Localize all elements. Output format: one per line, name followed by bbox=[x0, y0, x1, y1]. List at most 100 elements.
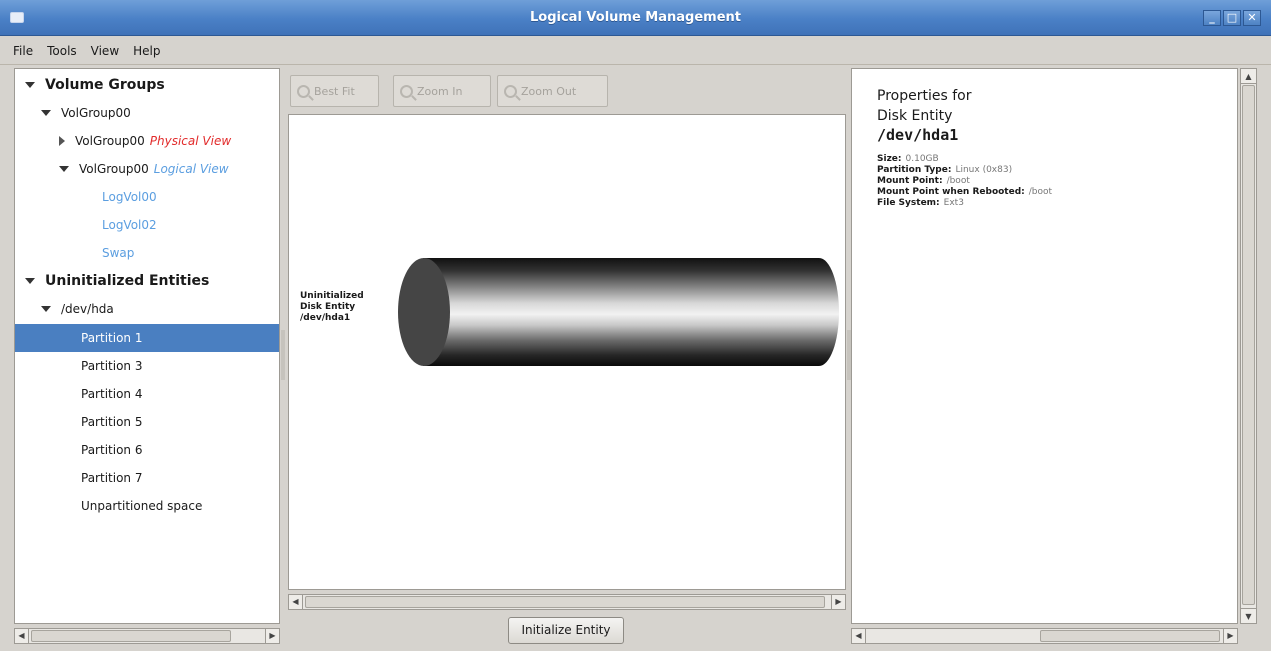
property-key: Mount Point: bbox=[877, 176, 943, 186]
window-title: Logical Volume Management bbox=[529, 10, 741, 25]
zoom-out-label: Zoom Out bbox=[521, 84, 577, 98]
maximize-button[interactable]: □ bbox=[1223, 10, 1241, 26]
zoom-in-button[interactable]: Zoom In bbox=[393, 75, 491, 107]
tree-label: Uninitialized Entities bbox=[45, 273, 210, 289]
best-fit-label: Best Fit bbox=[314, 84, 355, 98]
menu-help[interactable]: Help bbox=[126, 44, 167, 58]
tree-partition-item[interactable]: Partition 1 bbox=[15, 324, 279, 352]
tree-logvol02[interactable]: LogVol02 bbox=[15, 211, 279, 239]
tree-uninitialized-entities[interactable]: Uninitialized Entities bbox=[15, 267, 279, 295]
property-value: Linux (0x83) bbox=[955, 165, 1013, 175]
scroll-down-icon[interactable]: ▼ bbox=[1241, 608, 1256, 623]
zoom-out-button[interactable]: Zoom Out bbox=[497, 75, 608, 107]
expander-expanded-icon[interactable] bbox=[25, 82, 35, 88]
property-row: Size: 0.10GB bbox=[877, 154, 1052, 165]
tree-partition-item[interactable]: Partition 3 bbox=[15, 352, 279, 380]
minimize-button[interactable]: _ bbox=[1203, 10, 1221, 26]
expander-expanded-icon[interactable] bbox=[41, 306, 51, 312]
property-key: File System: bbox=[877, 198, 940, 208]
tree-label: Partition 4 bbox=[81, 387, 143, 401]
properties-list: Size: 0.10GB Partition Type: Linux (0x83) … bbox=[877, 154, 1052, 209]
tree-volgroup00[interactable]: VolGroup00 bbox=[15, 99, 279, 127]
scroll-left-icon[interactable]: ◀ bbox=[15, 629, 29, 643]
menu-file[interactable]: File bbox=[6, 44, 40, 58]
tree-label: Partition 1 bbox=[81, 331, 143, 345]
disk-label-line: Uninitialized bbox=[300, 291, 364, 301]
pane-divider[interactable] bbox=[281, 330, 285, 380]
tree-label: VolGroup00 bbox=[61, 106, 131, 120]
window-titlebar[interactable]: Logical Volume Management _ □ ✕ bbox=[0, 0, 1271, 36]
properties-horizontal-scrollbar[interactable]: ◀ ▶ bbox=[851, 628, 1238, 644]
tree-volume-groups[interactable]: Volume Groups bbox=[15, 71, 279, 99]
scrollbar-thumb[interactable] bbox=[1040, 630, 1220, 642]
tree-label: Partition 7 bbox=[81, 471, 143, 485]
disk-cylinder-graphic[interactable] bbox=[397, 255, 843, 369]
scrollbar-thumb[interactable] bbox=[31, 630, 231, 642]
properties-heading-line: Disk Entity bbox=[877, 108, 953, 124]
properties-panel: Properties for Disk Entity /dev/hda1 Siz… bbox=[851, 68, 1238, 624]
expander-expanded-icon[interactable] bbox=[25, 278, 35, 284]
disk-canvas[interactable]: Uninitialized Disk Entity /dev/hda1 bbox=[288, 114, 846, 590]
canvas-horizontal-scrollbar[interactable]: ◀ ▶ bbox=[288, 594, 846, 610]
property-key: Mount Point when Rebooted: bbox=[877, 187, 1025, 197]
tree-logical-view[interactable]: VolGroup00 Logical View bbox=[15, 155, 279, 183]
close-button[interactable]: ✕ bbox=[1243, 10, 1261, 26]
zoom-fit-icon bbox=[297, 84, 310, 98]
properties-heading-line: Properties for bbox=[877, 88, 972, 104]
best-fit-button[interactable]: Best Fit bbox=[290, 75, 379, 107]
property-value: 0.10GB bbox=[905, 154, 939, 164]
tree-partition-item[interactable]: Partition 6 bbox=[15, 436, 279, 464]
scrollbar-thumb[interactable] bbox=[305, 596, 825, 608]
initialize-entity-button[interactable]: Initialize Entity bbox=[508, 617, 624, 644]
scroll-left-icon[interactable]: ◀ bbox=[852, 629, 866, 643]
property-key: Size: bbox=[877, 154, 902, 164]
menu-tools[interactable]: Tools bbox=[40, 44, 84, 58]
tree-label: /dev/hda bbox=[61, 302, 114, 316]
menubar: File Tools View Help bbox=[0, 37, 1271, 65]
scroll-up-icon[interactable]: ▲ bbox=[1241, 69, 1256, 84]
tree-label: VolGroup00 bbox=[79, 162, 149, 176]
tree-label: Partition 3 bbox=[81, 359, 143, 373]
tree-label: LogVol00 bbox=[102, 190, 157, 204]
scroll-right-icon[interactable]: ▶ bbox=[831, 595, 845, 609]
property-value: /boot bbox=[1028, 187, 1053, 197]
property-row: File System: Ext3 bbox=[877, 198, 1052, 209]
expander-collapsed-icon[interactable] bbox=[59, 136, 65, 146]
property-value: Ext3 bbox=[943, 198, 964, 208]
properties-heading: Properties for Disk Entity bbox=[877, 86, 971, 126]
scroll-right-icon[interactable]: ▶ bbox=[265, 629, 279, 643]
menu-view[interactable]: View bbox=[84, 44, 126, 58]
properties-device-name: /dev/hda1 bbox=[877, 126, 959, 144]
volume-tree[interactable]: Volume Groups VolGroup00 VolGroup00 Phys… bbox=[14, 68, 280, 624]
expander-expanded-icon[interactable] bbox=[59, 166, 69, 172]
tree-dev-hda[interactable]: /dev/hda bbox=[15, 295, 279, 323]
tree-label: Volume Groups bbox=[45, 77, 165, 93]
property-row: Partition Type: Linux (0x83) bbox=[877, 165, 1052, 176]
tree-partition-item[interactable]: Partition 4 bbox=[15, 380, 279, 408]
expander-expanded-icon[interactable] bbox=[41, 110, 51, 116]
tree-partition-item[interactable]: Partition 5 bbox=[15, 408, 279, 436]
tree-horizontal-scrollbar[interactable]: ◀ ▶ bbox=[14, 628, 280, 644]
zoom-in-label: Zoom In bbox=[417, 84, 463, 98]
disk-label-line: Disk Entity bbox=[300, 302, 356, 312]
scroll-right-icon[interactable]: ▶ bbox=[1223, 629, 1237, 643]
logical-view-label: Logical View bbox=[153, 162, 229, 176]
tree-label: VolGroup00 bbox=[75, 134, 145, 148]
disk-entity-label: Uninitialized Disk Entity /dev/hda1 bbox=[300, 291, 364, 324]
property-row: Mount Point:/boot bbox=[877, 176, 1052, 187]
physical-view-label: Physical View bbox=[149, 134, 232, 148]
scrollbar-thumb[interactable] bbox=[1242, 85, 1255, 605]
tree-label: LogVol02 bbox=[102, 218, 157, 232]
properties-vertical-scrollbar[interactable]: ▲ ▼ bbox=[1240, 68, 1257, 624]
property-value: /boot bbox=[946, 176, 970, 186]
tree-swap[interactable]: Swap bbox=[15, 239, 279, 267]
scroll-left-icon[interactable]: ◀ bbox=[289, 595, 303, 609]
tree-unpartitioned-space[interactable]: Unpartitioned space bbox=[15, 492, 279, 520]
tree-label: Swap bbox=[102, 246, 135, 260]
tree-physical-view[interactable]: VolGroup00 Physical View bbox=[15, 127, 279, 155]
property-key: Partition Type: bbox=[877, 165, 952, 175]
disk-label-line: /dev/hda1 bbox=[300, 313, 351, 323]
tree-label: Unpartitioned space bbox=[81, 499, 203, 513]
tree-partition-item[interactable]: Partition 7 bbox=[15, 464, 279, 492]
tree-logvol00[interactable]: LogVol00 bbox=[15, 183, 279, 211]
